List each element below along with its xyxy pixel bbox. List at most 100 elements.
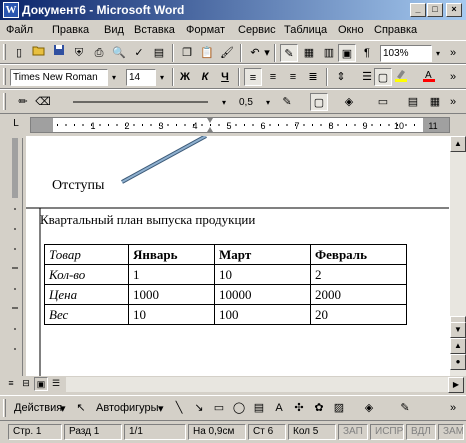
table-cell[interactable]: Февраль bbox=[310, 244, 407, 265]
pencil-icon[interactable]: ✏ bbox=[14, 93, 32, 111]
horizontal-ruler[interactable]: 1 2 3 4 5 6 7 8 9 10 11 bbox=[30, 117, 450, 133]
menu-edit[interactable]: Правка bbox=[52, 24, 89, 36]
research-icon[interactable]: ▤ bbox=[150, 44, 168, 62]
outline-view-icon[interactable]: ☰ bbox=[49, 377, 63, 391]
draw-actions-dropdown-icon[interactable]: ▾ bbox=[60, 402, 66, 415]
font-name-dropdown-icon[interactable]: ▾ bbox=[108, 69, 120, 86]
scroll-right-icon[interactable]: ▶ bbox=[448, 377, 464, 393]
print-preview-icon[interactable]: 🔍 bbox=[110, 44, 128, 62]
copy-icon[interactable]: ❐ bbox=[178, 44, 196, 62]
align-left-icon[interactable]: ≡ bbox=[244, 68, 262, 86]
autoshapes-dropdown-icon[interactable]: ▾ bbox=[158, 402, 164, 415]
horizontal-scroll-track[interactable] bbox=[66, 377, 448, 392]
outside-border-icon[interactable]: ▢ bbox=[310, 93, 328, 111]
table-cell[interactable]: Март bbox=[214, 244, 311, 265]
table-cell[interactable]: 20 bbox=[310, 304, 407, 325]
status-record-macro[interactable]: ЗАП bbox=[338, 424, 368, 440]
toolbar-options-icon[interactable]: » bbox=[446, 399, 460, 417]
toolbar-options-icon[interactable]: » bbox=[446, 93, 460, 111]
shading-color-icon[interactable]: ◈ bbox=[340, 93, 358, 111]
font-size-dropdown-icon[interactable]: ▾ bbox=[156, 69, 168, 86]
word-app-icon[interactable]: W bbox=[3, 2, 19, 18]
line-weight-select[interactable]: 0,5 bbox=[236, 94, 264, 111]
save-icon[interactable] bbox=[50, 44, 68, 62]
line-weight-dropdown-icon[interactable]: ▾ bbox=[262, 94, 274, 111]
data-table[interactable]: Товар Январь Март Февраль Кол-во 1 10 2 … bbox=[44, 244, 407, 325]
document-page[interactable]: Отступы Квартальный план выпуска продукц… bbox=[26, 136, 449, 376]
toolbar-options-icon[interactable]: » bbox=[446, 44, 460, 62]
line-tool-icon[interactable]: ╲ bbox=[170, 399, 188, 417]
line-color-icon[interactable]: ✎ bbox=[396, 399, 414, 417]
draw-actions-menu[interactable]: Действия bbox=[14, 402, 62, 414]
table-cell[interactable]: Кол-во bbox=[44, 264, 129, 285]
undo-dropdown-icon[interactable]: ▾ bbox=[262, 44, 272, 62]
menu-table[interactable]: Таблица bbox=[284, 24, 327, 36]
maximize-button[interactable]: □ bbox=[427, 3, 443, 17]
vertical-scrollbar[interactable]: ▲ ▼ ▲ ● bbox=[449, 136, 466, 376]
print-layout-icon[interactable]: ▣ bbox=[34, 377, 48, 391]
scroll-up-icon[interactable]: ▲ bbox=[450, 136, 466, 152]
font-size-select[interactable]: 14 bbox=[126, 69, 156, 86]
menu-file[interactable]: Файл bbox=[6, 24, 33, 36]
select-browse-object-icon[interactable]: ● bbox=[450, 354, 466, 370]
table-cell[interactable]: Товар bbox=[44, 244, 129, 265]
normal-view-icon[interactable]: ≡ bbox=[4, 377, 18, 391]
zoom-select[interactable]: 103% bbox=[380, 45, 432, 62]
menu-view[interactable]: Вид bbox=[104, 24, 124, 36]
merge-cells-icon[interactable]: ▤ bbox=[404, 93, 422, 111]
open-folder-icon[interactable] bbox=[30, 44, 48, 62]
fill-color-icon[interactable]: ◈ bbox=[360, 399, 378, 417]
menu-insert[interactable]: Вставка bbox=[134, 24, 175, 36]
document-heading[interactable]: Квартальный план выпуска продукции bbox=[40, 212, 255, 228]
insert-table-icon[interactable]: ▭ bbox=[374, 93, 392, 111]
table-cell[interactable]: 1 bbox=[128, 264, 215, 285]
status-overtype[interactable]: ЗАМ bbox=[438, 424, 464, 440]
arrow-tool-icon[interactable]: ↘ bbox=[190, 399, 208, 417]
align-center-icon[interactable]: ≡ bbox=[264, 68, 282, 86]
zoom-dropdown-icon[interactable]: ▾ bbox=[432, 45, 444, 62]
draw-table-icon[interactable]: ✎ bbox=[280, 44, 298, 62]
eraser-icon[interactable]: ⌫ bbox=[34, 93, 52, 111]
menu-window[interactable]: Окно bbox=[338, 24, 364, 36]
tab-selector-icon[interactable]: L bbox=[8, 116, 24, 132]
table-cell[interactable]: 10 bbox=[128, 304, 215, 325]
new-document-icon[interactable]: ▯ bbox=[10, 44, 28, 62]
diagram-icon[interactable]: ✣ bbox=[290, 399, 308, 417]
picture-icon[interactable]: ▨ bbox=[330, 399, 348, 417]
select-objects-icon[interactable]: ↖ bbox=[72, 399, 90, 417]
text-box-icon[interactable]: ▤ bbox=[250, 399, 268, 417]
close-button[interactable]: × bbox=[446, 3, 462, 17]
italic-button[interactable]: К bbox=[196, 68, 214, 86]
vertical-ruler[interactable] bbox=[7, 138, 23, 378]
toolbar-grip[interactable] bbox=[3, 399, 6, 417]
underline-button[interactable]: Ч bbox=[216, 68, 234, 86]
font-name-select[interactable]: Times New Roman bbox=[10, 69, 108, 86]
justify-icon[interactable]: ≣ bbox=[304, 68, 322, 86]
status-track-changes[interactable]: ИСПР bbox=[370, 424, 404, 440]
line-style-select[interactable] bbox=[60, 94, 218, 111]
permission-icon[interactable]: ⛨ bbox=[70, 44, 88, 62]
print-icon[interactable]: ⎙ bbox=[90, 44, 108, 62]
autoshapes-menu[interactable]: Автофигуры bbox=[96, 402, 159, 414]
clip-art-icon[interactable]: ✿ bbox=[310, 399, 328, 417]
table-cell[interactable]: 2 bbox=[310, 264, 407, 285]
rectangle-tool-icon[interactable]: ▭ bbox=[210, 399, 228, 417]
table-cell[interactable]: 10000 bbox=[214, 284, 311, 305]
border-color-icon[interactable]: ✎ bbox=[278, 93, 296, 111]
columns-icon[interactable]: ▥ bbox=[320, 44, 338, 62]
wordart-icon[interactable]: A bbox=[270, 399, 288, 417]
table-cell[interactable]: 1000 bbox=[128, 284, 215, 305]
document-map-icon[interactable]: ▣ bbox=[338, 44, 356, 62]
status-extend[interactable]: ВДЛ bbox=[406, 424, 436, 440]
line-style-dropdown-icon[interactable]: ▾ bbox=[218, 94, 230, 111]
format-painter-icon[interactable]: 🖌 bbox=[218, 44, 236, 62]
table-cell[interactable]: Вес bbox=[44, 304, 129, 325]
font-color-icon[interactable]: A bbox=[420, 68, 438, 86]
toolbar-grip[interactable] bbox=[3, 44, 6, 60]
table-cell[interactable]: 10 bbox=[214, 264, 311, 285]
toolbar-options-icon[interactable]: » bbox=[446, 68, 460, 86]
menu-format[interactable]: Формат bbox=[186, 24, 225, 36]
spelling-icon[interactable]: ✓ bbox=[130, 44, 148, 62]
borders-icon[interactable]: ▢ bbox=[374, 68, 392, 86]
show-formatting-icon[interactable]: ¶ bbox=[358, 44, 376, 62]
